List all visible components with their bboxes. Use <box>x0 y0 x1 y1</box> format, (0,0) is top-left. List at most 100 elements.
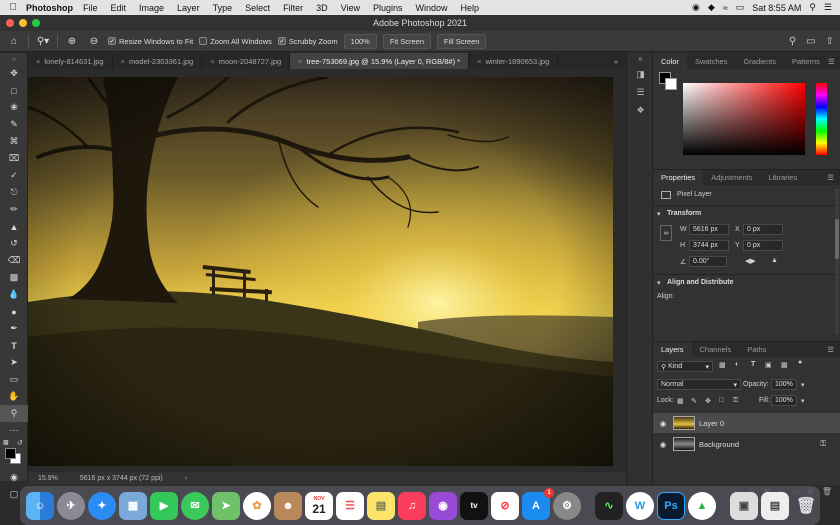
x-field[interactable]: 0 px <box>743 224 783 235</box>
preview-icon[interactable]: ▦ <box>119 491 147 520</box>
filter-toggle-icon[interactable]: ● <box>798 359 802 366</box>
photos-icon[interactable]: ✿ <box>243 491 271 520</box>
angle-field[interactable]: 0.00° <box>689 256 727 267</box>
eraser-tool-icon[interactable]: ⌫ <box>0 252 28 269</box>
zoom-tool-icon[interactable]: ⚲ <box>0 405 28 422</box>
height-field[interactable]: 3744 px <box>689 240 729 251</box>
reminders-icon[interactable]: ☰ <box>336 491 364 520</box>
tab-color[interactable]: Color <box>653 53 687 69</box>
feedly-icon[interactable]: ▲ <box>688 491 716 520</box>
width-field[interactable]: 5616 px <box>689 224 729 235</box>
home-icon[interactable]: ⌂ <box>6 33 22 49</box>
panel-menu-icon[interactable]: ☰ <box>828 57 840 66</box>
quick-selection-tool-icon[interactable]: ✎ <box>0 116 28 133</box>
tab-document-5[interactable]: × winter-1890653.jpg <box>469 53 559 69</box>
filter-adjustment-icon[interactable]: ◐ <box>735 361 739 368</box>
tab-swatches[interactable]: Swatches <box>687 53 736 69</box>
menu-image[interactable]: Image <box>139 3 164 13</box>
healing-brush-tool-icon[interactable]: ⎋ <box>0 184 28 201</box>
close-icon[interactable]: × <box>210 57 214 66</box>
search-icon[interactable]: ⚲ <box>809 2 816 13</box>
close-icon[interactable]: × <box>298 57 302 66</box>
layer-filter-kind[interactable]: ⚲ Kind ▾ <box>657 361 713 372</box>
color-field[interactable] <box>683 83 805 155</box>
close-window-button[interactable] <box>6 19 14 27</box>
tab-document-1[interactable]: × lonely-814631.jpg <box>28 53 113 69</box>
photoshop-icon[interactable]: Ps <box>657 491 685 520</box>
hand-tool-icon[interactable]: ✋ <box>0 388 28 405</box>
tab-patterns[interactable]: Patterns <box>784 53 828 69</box>
finder-icon[interactable]: ☺ <box>26 491 54 520</box>
launchpad-icon[interactable]: ✈ <box>57 491 85 520</box>
type-tool-icon[interactable]: T <box>0 337 28 354</box>
tabs-overflow-icon[interactable]: » <box>606 53 626 69</box>
filter-pixel-icon[interactable]: ▩ <box>719 361 726 369</box>
flip-vertical-icon[interactable]: ▲ <box>771 257 778 264</box>
menu-window[interactable]: Window <box>416 3 448 13</box>
panel-collapse-icon[interactable]: » <box>0 53 28 65</box>
blend-mode-select[interactable]: Normal ▾ <box>657 379 741 390</box>
blur-tool-icon[interactable]: 💧 <box>0 286 28 303</box>
chevron-down-icon[interactable]: ▾ <box>801 397 805 405</box>
chevron-down-icon[interactable]: ▾ <box>657 279 661 287</box>
menu-layer[interactable]: Layer <box>177 3 200 13</box>
chevron-down-icon[interactable]: ▾ <box>657 210 661 218</box>
menu-plugins[interactable]: Plugins <box>373 3 403 13</box>
workspace-icon[interactable]: ▭ <box>806 36 815 47</box>
foreground-background-colors[interactable]: ▩ ↺ <box>0 439 28 469</box>
zoom-out-icon[interactable]: ⊖ <box>86 33 102 49</box>
dodge-tool-icon[interactable]: ● <box>0 303 28 320</box>
menu-edit[interactable]: Edit <box>111 3 127 13</box>
rectangle-tool-icon[interactable]: ▭ <box>0 371 28 388</box>
marquee-tool-icon[interactable]: □ <box>0 82 28 99</box>
layer-name[interactable]: Background <box>699 440 739 449</box>
zoom-tool-preset-icon[interactable]: ⚲▾ <box>35 33 51 49</box>
resize-windows-checkbox[interactable]: ✓ Resize Windows to Fit <box>108 37 193 46</box>
zoom-in-icon[interactable]: ⊕ <box>64 33 80 49</box>
delete-layer-icon[interactable]: 🗑 <box>822 487 832 501</box>
panel-expand-icon[interactable]: « <box>627 53 654 65</box>
close-icon[interactable]: × <box>36 57 40 66</box>
menu-filter[interactable]: Filter <box>283 3 303 13</box>
app-store-icon[interactable]: A 1 <box>522 487 554 520</box>
fill-screen-button[interactable]: Fill Screen <box>437 33 487 49</box>
tab-document-2[interactable]: × model-2303361.jpg <box>113 53 203 69</box>
panel-menu-icon[interactable]: ☰ <box>827 345 840 354</box>
hue-slider[interactable] <box>816 83 827 155</box>
activity-monitor-icon[interactable]: ∿ <box>595 491 623 520</box>
frame-tool-icon[interactable]: ⌧ <box>0 150 28 167</box>
dropbox-icon[interactable]: ◆ <box>708 2 715 13</box>
wifi-icon[interactable]: ≈ <box>723 3 728 13</box>
tab-document-3[interactable]: × moon-2048727.jpg <box>202 53 291 69</box>
close-icon[interactable]: × <box>477 57 481 66</box>
lock-transparent-icon[interactable]: ▦ <box>677 397 684 405</box>
tab-layers[interactable]: Layers <box>653 341 692 358</box>
chevron-down-icon[interactable]: ▾ <box>801 381 805 389</box>
messages-icon[interactable]: ✉ <box>181 491 209 520</box>
tab-paths[interactable]: Paths <box>739 342 774 358</box>
filter-smart-object-icon[interactable]: ▦ <box>781 361 788 369</box>
document-image[interactable] <box>28 77 613 466</box>
history-brush-tool-icon[interactable]: ↺ <box>0 235 28 252</box>
creative-cloud-icon[interactable]: ◉ <box>692 2 700 13</box>
panel-menu-icon[interactable]: ☰ <box>827 173 840 182</box>
tab-adjustments[interactable]: Adjustments <box>703 170 760 186</box>
tab-libraries[interactable]: Libraries <box>760 170 805 186</box>
scrubby-zoom-checkbox[interactable]: ✓ Scrubby Zoom <box>277 37 338 46</box>
fill-field[interactable]: 100% <box>771 395 797 406</box>
word-app-icon[interactable]: W <box>626 491 654 520</box>
search-icon[interactable]: ⚲ <box>789 36 796 47</box>
clone-stamp-tool-icon[interactable]: ▲ <box>0 218 28 235</box>
visibility-eye-icon[interactable]: ◉ <box>653 419 673 428</box>
layer-name[interactable]: Layer 0 <box>699 419 724 428</box>
link-icon[interactable]: ∞ <box>660 225 672 241</box>
transform-section-title[interactable]: Transform <box>667 210 701 217</box>
downloads-stack-icon[interactable]: ▤ <box>761 491 789 520</box>
calendar-icon[interactable]: NOV 21 <box>305 491 333 520</box>
layer-row-layer-0[interactable]: ◉ Layer 0 <box>653 413 840 433</box>
move-tool-icon[interactable]: ✥ <box>0 65 28 82</box>
opacity-field[interactable]: 100% <box>771 379 797 390</box>
default-colors-icon[interactable]: ▩ <box>3 439 9 446</box>
scrollbar[interactable] <box>835 189 839 334</box>
apple-menu-icon[interactable]:  <box>0 2 26 13</box>
